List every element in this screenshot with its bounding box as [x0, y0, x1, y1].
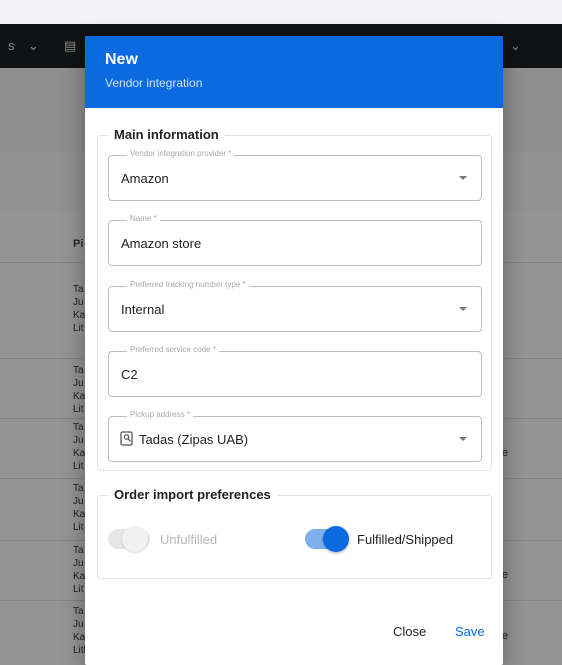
dropdown-arrow-icon[interactable]	[459, 307, 467, 311]
dialog-title: New	[105, 51, 138, 68]
section-title: Main information	[108, 127, 225, 142]
dialog-subtitle: Vendor integration	[105, 76, 203, 90]
field-value: Amazon	[121, 171, 169, 186]
field-label: Preferred service code *	[127, 345, 219, 354]
main-information-section: Main information Vendor integration prov…	[97, 127, 492, 471]
toggle-label: Unfulfilled	[160, 532, 218, 547]
toggle-label: Fulfilled/Shipped	[357, 532, 454, 547]
close-button[interactable]: Close	[387, 620, 432, 643]
dropdown-arrow-icon[interactable]	[459, 176, 467, 180]
dropdown-arrow-icon[interactable]	[459, 437, 467, 441]
field-label: Vendor integration provider *	[127, 149, 235, 158]
location-pin-icon	[120, 431, 133, 446]
field-label: Name *	[127, 214, 160, 223]
save-button[interactable]: Save	[449, 620, 491, 643]
order-import-preferences-section: Order import preferences Unfulfilled Ful…	[97, 487, 492, 579]
toggle-knob	[323, 526, 349, 552]
name-field[interactable]: Name * Amazon store	[108, 214, 482, 266]
toggle-knob	[122, 526, 148, 552]
dialog-header: New Vendor integration	[85, 36, 503, 108]
field-value: Internal	[121, 302, 165, 317]
field-value: Tadas (Zipas UAB)	[139, 432, 249, 447]
field-value: C2	[121, 367, 138, 382]
field-value: Amazon store	[121, 236, 202, 251]
vendor-provider-select[interactable]: Vendor integration provider * Amazon	[108, 149, 482, 201]
section-title: Order import preferences	[108, 487, 277, 502]
field-label: Pickup address *	[127, 410, 194, 419]
pickup-address-select[interactable]: Pickup address * Tadas (Zipas UAB)	[108, 410, 482, 462]
tracking-number-type-select[interactable]: Preferred tracking number type * Interna…	[108, 280, 482, 332]
field-label: Preferred tracking number type *	[127, 280, 249, 289]
service-code-field[interactable]: Preferred service code * C2	[108, 345, 482, 397]
vendor-integration-dialog: New Vendor integration Main information …	[85, 36, 503, 665]
